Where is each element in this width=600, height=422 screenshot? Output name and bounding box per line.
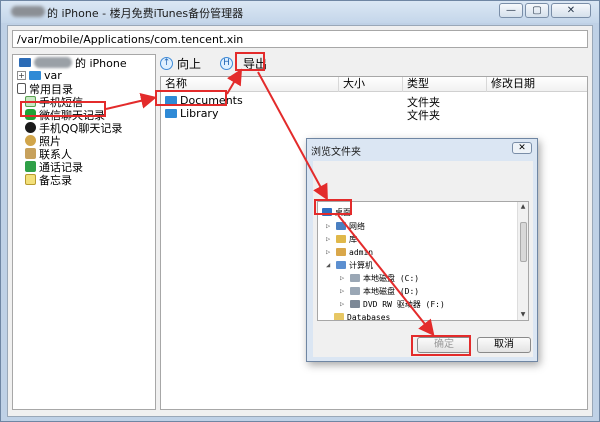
window-title: 的 iPhone - 楼月免费iTunes备份管理器	[47, 7, 244, 20]
scroll-up-icon[interactable]: ▲	[518, 202, 528, 212]
folder-node-drive-d[interactable]: ▷ 本地磁盘 (D:)	[340, 285, 419, 297]
scroll-thumb[interactable]	[520, 222, 527, 262]
dialog-close-button[interactable]: ✕	[512, 142, 532, 154]
memo-icon	[25, 174, 36, 185]
dialog-body: 桌面 ▷ 网络 ▷ 库 ▷ admin ◢ 计算机 ▷ 本地磁盘 (C:) ▷ …	[313, 161, 533, 357]
folder-node-label: 网络	[349, 221, 365, 231]
collapse-arrow-icon[interactable]: ◢	[326, 261, 333, 269]
library-icon	[336, 235, 346, 243]
export-icon: H	[220, 56, 233, 70]
title-bar: 的 iPhone - 楼月免费iTunes备份管理器 — ▢ ✕	[1, 1, 599, 23]
qq-penguin-icon	[25, 122, 36, 133]
browse-folder-dialog: 浏览文件夹 ✕ 桌面 ▷ 网络 ▷ 库 ▷ admin ◢ 计算机 ▷ 本地磁盘…	[306, 138, 538, 362]
expand-arrow-icon[interactable]: ▷	[326, 222, 333, 230]
disk-icon	[350, 287, 360, 295]
folder-node-computer[interactable]: ◢ 计算机	[326, 259, 373, 271]
folder-icon	[165, 109, 177, 118]
column-date[interactable]: 修改日期	[487, 77, 587, 92]
minimize-button[interactable]: —	[499, 3, 523, 18]
cancel-button[interactable]: 取消	[477, 337, 531, 353]
column-type[interactable]: 类型	[403, 77, 487, 92]
highlight-ok	[411, 335, 471, 356]
folder-node-label: Databases	[347, 312, 391, 321]
folder-node-databases[interactable]: Databases	[334, 311, 391, 321]
tree-item-label: 备忘录	[39, 173, 72, 187]
expand-arrow-icon[interactable]: ▷	[340, 300, 347, 308]
folder-node-network[interactable]: ▷ 网络	[326, 220, 365, 232]
table-row[interactable]: Library 文件夹	[161, 107, 587, 122]
folder-node-label: 库	[349, 234, 357, 244]
close-button[interactable]: ✕	[551, 3, 591, 18]
contacts-icon	[25, 148, 36, 159]
arrow-up-icon: ↑	[160, 56, 173, 70]
folder-node-label: 计算机	[349, 260, 373, 270]
scroll-down-icon[interactable]: ▼	[518, 310, 528, 320]
tree-root-label: 的 iPhone	[75, 56, 127, 70]
disk-icon	[350, 274, 360, 282]
computer-icon	[336, 261, 346, 269]
maximize-button[interactable]: ▢	[525, 3, 549, 18]
row-type: 文件夹	[407, 109, 440, 122]
highlight-export	[235, 52, 265, 71]
expand-arrow-icon[interactable]: ▷	[340, 287, 347, 295]
folder-node-label: 本地磁盘 (D:)	[363, 286, 420, 296]
expand-arrow-icon[interactable]: ▷	[326, 248, 333, 256]
folder-icon	[29, 71, 41, 80]
expand-icon[interactable]: +	[17, 71, 26, 80]
path-field[interactable]: /var/mobile/Applications/com.tencent.xin	[12, 30, 588, 48]
folder-node-label: admin	[349, 247, 374, 257]
vertical-scrollbar[interactable]: ▲ ▼	[517, 202, 528, 320]
blurred-device-name	[34, 57, 72, 68]
blurred-device-name	[11, 6, 45, 17]
expand-arrow-icon[interactable]: ▷	[326, 235, 333, 243]
highlight-wechat	[20, 101, 106, 117]
folder-node-library[interactable]: ▷ 库	[326, 233, 357, 245]
folder-node-admin[interactable]: ▷ admin	[326, 246, 373, 258]
column-size[interactable]: 大小	[339, 77, 403, 92]
folder-icon	[334, 313, 344, 320]
network-icon	[336, 222, 346, 230]
photo-icon	[25, 135, 36, 146]
expand-arrow-icon[interactable]: ▷	[340, 274, 347, 282]
folder-node-label: 本地磁盘 (C:)	[363, 273, 420, 283]
row-name: Library	[180, 107, 219, 120]
tree-item-memo[interactable]: 备忘录	[25, 173, 72, 187]
folder-node-drive-c[interactable]: ▷ 本地磁盘 (C:)	[340, 272, 419, 284]
folder-node-drive-f[interactable]: ▷ DVD RW 驱动器 (F:)	[340, 298, 445, 310]
document-icon	[17, 83, 26, 94]
dvd-drive-icon	[350, 300, 360, 308]
folder-tree[interactable]: 桌面 ▷ 网络 ▷ 库 ▷ admin ◢ 计算机 ▷ 本地磁盘 (C:) ▷ …	[317, 201, 529, 321]
phone-call-icon	[25, 161, 36, 172]
folder-node-label: DVD RW 驱动器 (F:)	[363, 299, 445, 309]
highlight-desktop	[314, 199, 352, 215]
up-label: 向上	[177, 56, 202, 71]
user-folder-icon	[336, 248, 346, 256]
highlight-documents	[155, 90, 227, 106]
phone-icon	[19, 58, 31, 67]
tree-root[interactable]: 的 iPhone	[19, 56, 127, 70]
dialog-title: 浏览文件夹	[311, 147, 361, 158]
up-button[interactable]: ↑ 向上	[160, 54, 201, 72]
